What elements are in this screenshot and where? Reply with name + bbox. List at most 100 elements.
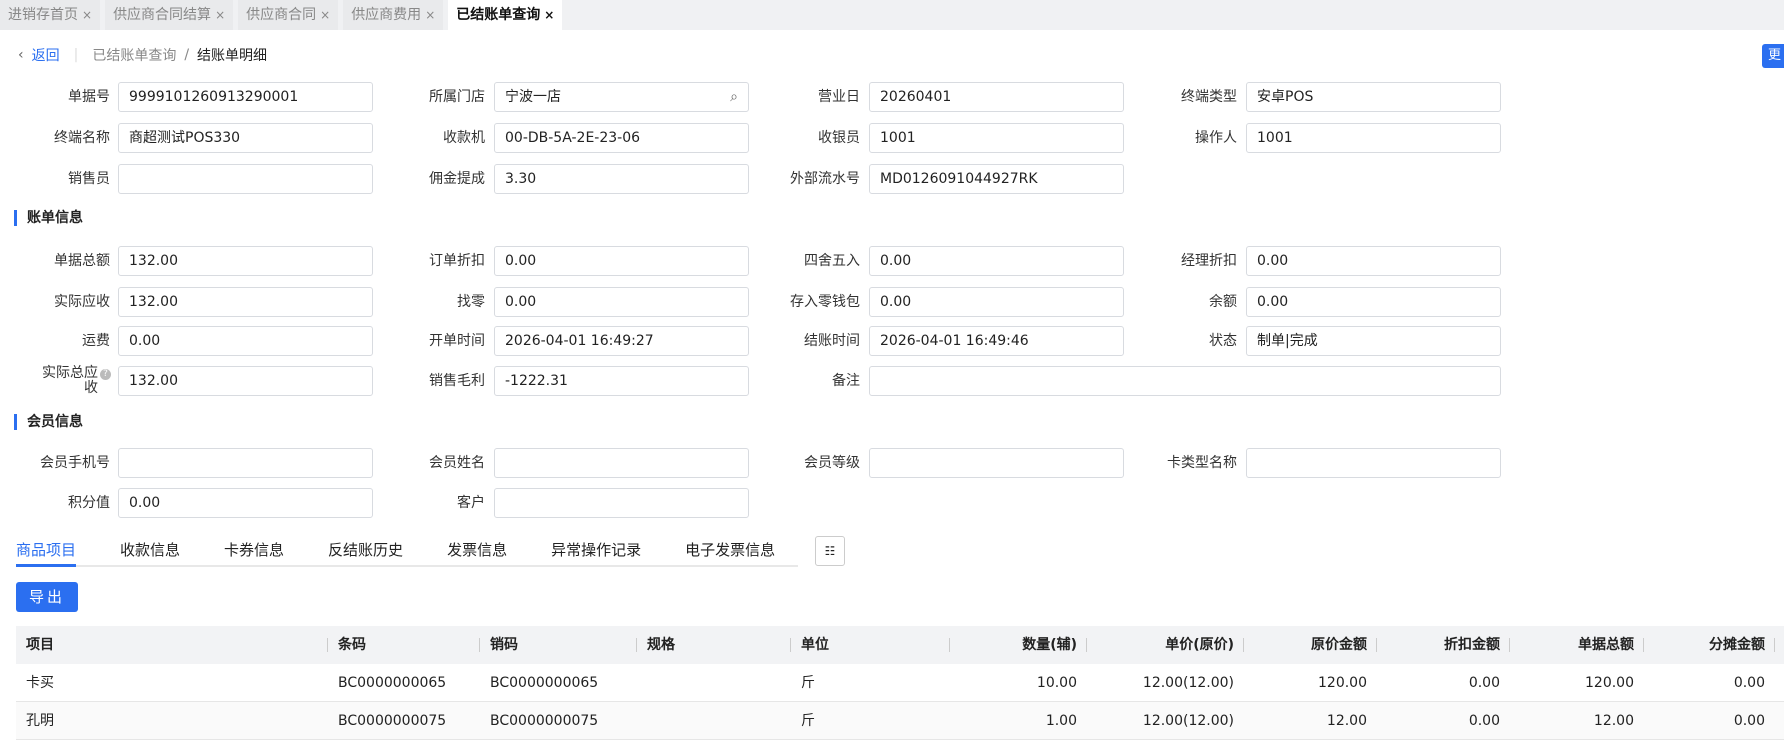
field-input[interactable]: 132.00 xyxy=(118,287,373,317)
field-input[interactable]: 0.00 xyxy=(118,488,373,518)
field-label: 找零 xyxy=(457,294,485,310)
field-label: 终端类型 xyxy=(1181,89,1237,105)
field-input[interactable]: 2026-04-01 16:49:46 xyxy=(869,326,1124,356)
breadcrumb: ‹ 返回 | 已结账单查询 / 结账单明细 xyxy=(18,45,268,65)
tab-contract[interactable]: 供应商合同 × xyxy=(238,0,339,30)
field-input[interactable]: MD0126091044927RK xyxy=(869,164,1124,194)
table-cell: 12.00(12.00) xyxy=(1142,713,1234,729)
column-header[interactable]: 单据总额 xyxy=(1510,626,1644,664)
tab-exception-log[interactable]: 异常操作记录 xyxy=(551,535,641,567)
field-label: 会员手机号 xyxy=(40,455,110,471)
close-icon[interactable]: × xyxy=(215,8,225,22)
column-header[interactable]: 单位 xyxy=(791,626,950,664)
tab-invoice[interactable]: 发票信息 xyxy=(447,535,507,567)
field-input[interactable]: 0.00 xyxy=(869,287,1124,317)
field-input[interactable]: 0.00 xyxy=(1246,246,1501,276)
field-input[interactable]: 商超测试POS330 xyxy=(118,123,373,153)
field-label: 状态 xyxy=(1209,333,1237,349)
search-icon[interactable]: ⌕ xyxy=(730,83,738,111)
field-input[interactable] xyxy=(1246,448,1501,478)
tab-reverse-history[interactable]: 反结账历史 xyxy=(328,535,403,567)
table-cell: 12.00 xyxy=(1593,713,1634,729)
tab-einvoice[interactable]: 电子发票信息 xyxy=(685,535,775,567)
column-header[interactable]: 分摊金额 xyxy=(1644,626,1775,664)
tab-items[interactable]: 商品项目 xyxy=(16,535,77,567)
table-row[interactable]: 卡买 BC0000000065 BC0000000065 斤 10.00 12.00(12… xyxy=(16,664,1784,702)
field-input[interactable] xyxy=(118,164,373,194)
column-header[interactable]: 项目 xyxy=(16,626,328,664)
field-label: 营业日 xyxy=(818,89,860,105)
detail-tabs: 商品项目 收款信息 卡券信息 反结账历史 发票信息 异常操作记录 电子发票信息 xyxy=(16,535,798,567)
field-input[interactable]: 20260401 xyxy=(869,82,1124,112)
tab-payment[interactable]: 收款信息 xyxy=(120,535,180,567)
field-label: 实际应收 xyxy=(54,294,110,310)
field-input[interactable]: 00-DB-5A-2E-23-06 xyxy=(494,123,749,153)
column-header[interactable]: 规格 xyxy=(637,626,791,664)
field-input[interactable]: 宁波一店 ⌕ xyxy=(494,82,749,112)
field-label: 结账时间 xyxy=(804,333,860,349)
field-input[interactable] xyxy=(494,488,749,518)
close-icon[interactable]: × xyxy=(425,8,435,22)
field-input[interactable]: 1001 xyxy=(1246,123,1501,153)
field-input[interactable]: 制单|完成 xyxy=(1246,326,1501,356)
field-input[interactable]: 132.00 xyxy=(118,366,373,396)
field-input[interactable]: 1001 xyxy=(869,123,1124,153)
table-cell: 卡买 xyxy=(26,675,54,691)
table-cell: 0.00 xyxy=(1733,713,1765,729)
tab-settled-bills[interactable]: 已结账单查询 × xyxy=(448,0,563,30)
table-cell: 斤 xyxy=(801,675,815,691)
table-cell: 10.00 xyxy=(1036,675,1077,691)
field-input[interactable] xyxy=(494,448,749,478)
field-input[interactable]: 0.00 xyxy=(494,287,749,317)
field-input[interactable]: 9999101260913290001 xyxy=(118,82,373,112)
table-cell: 0.00 xyxy=(1733,675,1765,691)
field-label: 收银员 xyxy=(818,130,860,146)
field-input[interactable]: 3.30 xyxy=(494,164,749,194)
field-label: 存入零钱包 xyxy=(790,294,860,310)
field-input[interactable]: 0.00 xyxy=(1246,287,1501,317)
table-cell: 0.00 xyxy=(1468,675,1500,691)
field-label: 余额 xyxy=(1209,294,1237,310)
close-icon[interactable]: × xyxy=(320,8,330,22)
field-input[interactable]: 2026-04-01 16:49:27 xyxy=(494,326,749,356)
field-label: 操作人 xyxy=(1195,130,1237,146)
close-icon[interactable]: × xyxy=(82,8,92,22)
column-header[interactable]: 数量(辅) xyxy=(950,626,1087,664)
field-input[interactable] xyxy=(869,448,1124,478)
column-header[interactable]: 条码 xyxy=(328,626,480,664)
column-header[interactable]: 单价(原价) xyxy=(1087,626,1244,664)
tab-bar: 进销存首页 × 供应商合同结算 × 供应商合同 × 供应商费用 × 已结账单查询 × xyxy=(0,0,1784,30)
table-cell: 1.00 xyxy=(1045,713,1077,729)
field-input[interactable]: 安卓POS xyxy=(1246,82,1501,112)
field-input[interactable]: -1222.31 xyxy=(494,366,749,396)
help-icon[interactable]: ? xyxy=(100,369,111,380)
table-cell: 孔明 xyxy=(26,713,54,729)
field-label: 单据总额 xyxy=(54,253,110,269)
field-input[interactable] xyxy=(118,448,373,478)
table-row[interactable]: 孔明 BC0000000075 BC0000000075 斤 1.00 12.00(12.… xyxy=(16,702,1784,740)
column-header[interactable]: 销码 xyxy=(480,626,637,664)
tab-coupons[interactable]: 卡券信息 xyxy=(224,535,284,567)
field-input[interactable]: 0.00 xyxy=(118,326,373,356)
close-icon[interactable]: × xyxy=(544,8,554,22)
tab-contract-settlement[interactable]: 供应商合同结算 × xyxy=(105,0,234,30)
more-button[interactable]: 更 xyxy=(1762,44,1784,68)
tab-inventory-home[interactable]: 进销存首页 × xyxy=(0,0,101,30)
column-header[interactable]: 折扣金额 xyxy=(1377,626,1510,664)
tab-supplier-fees[interactable]: 供应商费用 × xyxy=(343,0,444,30)
breadcrumb-prev[interactable]: 已结账单查询 xyxy=(92,45,176,65)
field-input[interactable]: 0.00 xyxy=(494,246,749,276)
table-cell: 120.00 xyxy=(1585,675,1634,691)
field-input[interactable]: 0.00 xyxy=(869,246,1124,276)
chevron-left-icon[interactable]: ‹ xyxy=(18,47,24,63)
field-label: 所属门店 xyxy=(429,89,485,105)
column-header[interactable]: 原价金额 xyxy=(1244,626,1377,664)
field-label: 客户 xyxy=(457,495,485,511)
export-button[interactable]: 导出 xyxy=(16,582,78,612)
field-input[interactable] xyxy=(869,366,1501,396)
field-label: 卡类型名称 xyxy=(1167,455,1237,471)
back-link[interactable]: 返回 xyxy=(32,45,60,65)
column-settings-icon[interactable]: ☷ xyxy=(815,536,845,566)
field-input[interactable]: 132.00 xyxy=(118,246,373,276)
table-cell: 12.00 xyxy=(1326,713,1367,729)
